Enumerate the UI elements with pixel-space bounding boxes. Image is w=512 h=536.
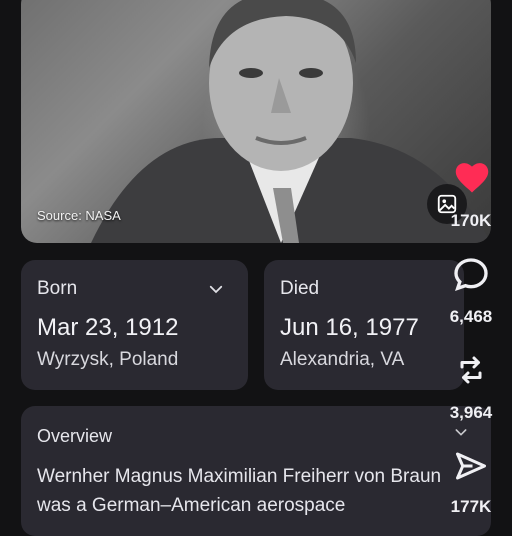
comment-icon[interactable] [451, 255, 491, 295]
heart-icon[interactable] [453, 160, 491, 194]
portrait-illustration [91, 0, 491, 243]
born-label: Born [37, 278, 78, 299]
born-card[interactable]: Born Mar 23, 1912 Wyrzysk, Poland [21, 260, 248, 390]
comment-count: 6,468 [449, 307, 493, 326]
share-icon[interactable] [453, 448, 489, 484]
born-place: Wyrzysk, Poland [37, 349, 179, 370]
repost-icon[interactable] [453, 352, 489, 388]
repost-count: 3,964 [449, 403, 493, 422]
overview-card[interactable]: Overview Wernher Magnus Maximilian Freih… [21, 406, 491, 536]
born-date: Mar 23, 1912 [37, 314, 179, 341]
died-place: Alexandria, VA [280, 349, 405, 370]
overview-text: Wernher Magnus Maximilian Freiherr von B… [37, 466, 442, 516]
subject-photo[interactable]: Source: NASA [21, 0, 491, 243]
died-date: Jun 16, 1977 [280, 314, 419, 341]
chevron-down-icon[interactable] [453, 424, 469, 440]
like-count: 170K [450, 211, 492, 230]
died-label: Died [280, 278, 320, 299]
photo-source-caption: Source: NASA [37, 208, 121, 223]
died-card[interactable]: Died Jun 16, 1977 Alexandria, VA [264, 260, 464, 390]
share-count: 177K [450, 497, 492, 516]
overview-label: Overview [37, 426, 113, 446]
chevron-down-icon[interactable] [207, 280, 225, 298]
